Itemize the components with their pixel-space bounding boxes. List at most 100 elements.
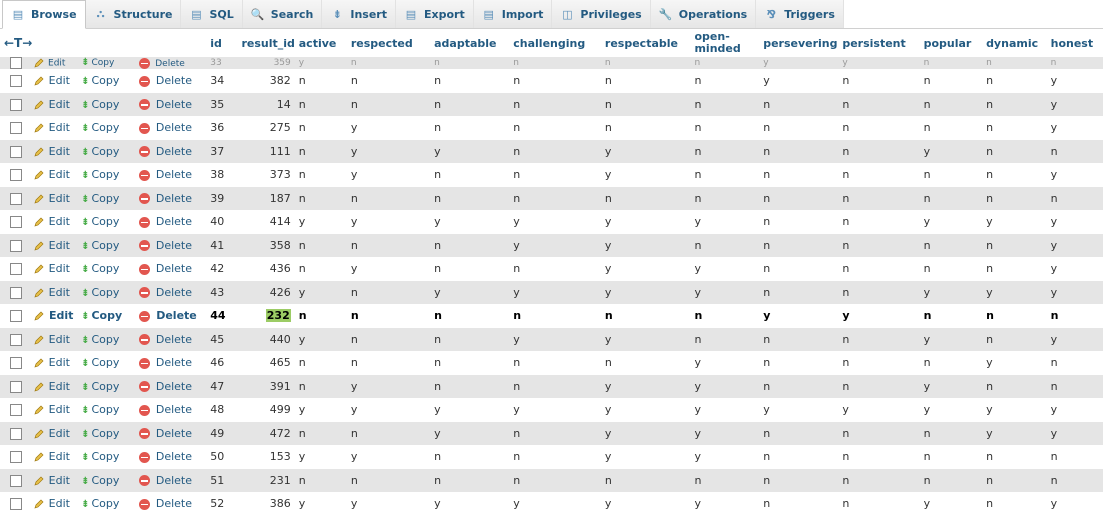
column-header-honest[interactable]: honest bbox=[1046, 29, 1103, 57]
cell-persistent[interactable]: n bbox=[838, 210, 920, 234]
delete-cell[interactable]: Delete bbox=[135, 57, 207, 69]
checkbox-cell[interactable] bbox=[0, 257, 30, 281]
copy-link[interactable]: Copy bbox=[91, 215, 119, 228]
cell-persevering[interactable]: n bbox=[759, 257, 839, 281]
checkbox-cell[interactable] bbox=[0, 69, 30, 93]
cell-respected[interactable]: n bbox=[346, 351, 431, 375]
cell-honest[interactable]: n bbox=[1046, 139, 1103, 163]
checkbox-cell[interactable] bbox=[0, 468, 30, 492]
copy-cell[interactable]: ⇟ Copy bbox=[77, 445, 136, 469]
copy-cell[interactable]: ⇟ Copy bbox=[77, 233, 136, 257]
copy-cell[interactable]: ⇟ Copy bbox=[77, 421, 136, 445]
row-checkbox[interactable] bbox=[10, 75, 22, 88]
delete-cell[interactable]: Delete bbox=[135, 398, 207, 422]
cell-persistent[interactable]: y bbox=[838, 304, 920, 328]
cell-popular[interactable]: y bbox=[919, 327, 983, 351]
arrows-icon[interactable]: ←T→ bbox=[4, 36, 32, 50]
copy-cell[interactable]: ⇟ Copy bbox=[77, 351, 136, 375]
cell-adaptable[interactable]: y bbox=[430, 280, 510, 304]
cell-open-minded[interactable]: y bbox=[690, 351, 760, 375]
row-checkbox[interactable] bbox=[10, 286, 22, 299]
cell-adaptable[interactable]: n bbox=[430, 186, 510, 210]
cell-respected[interactable]: n bbox=[346, 233, 431, 257]
cell-respected[interactable]: y bbox=[346, 445, 431, 469]
cell-challenging[interactable]: n bbox=[509, 92, 601, 116]
cell-honest[interactable]: n bbox=[1046, 351, 1103, 375]
cell-persevering[interactable]: n bbox=[759, 163, 839, 187]
cell-persevering[interactable]: n bbox=[759, 468, 839, 492]
delete-link[interactable]: Delete bbox=[156, 121, 192, 134]
checkbox-cell[interactable] bbox=[0, 116, 30, 140]
cell-respectable[interactable]: n bbox=[600, 351, 691, 375]
cell-persevering[interactable]: n bbox=[759, 492, 839, 516]
row-checkbox[interactable] bbox=[10, 57, 22, 69]
tab-browse[interactable]: ▤ Browse bbox=[2, 0, 86, 29]
cell-persistent[interactable]: n bbox=[838, 116, 920, 140]
cell-respectable[interactable]: n bbox=[600, 304, 691, 328]
edit-cell[interactable]: Edit bbox=[29, 398, 78, 422]
row-checkbox[interactable] bbox=[10, 192, 22, 205]
cell-dynamic[interactable]: n bbox=[982, 468, 1047, 492]
cell-result_id[interactable]: 499 bbox=[237, 398, 295, 422]
cell-challenging[interactable]: y bbox=[509, 210, 601, 234]
cell-result_id[interactable]: 275 bbox=[237, 116, 295, 140]
edit-link[interactable]: Edit bbox=[49, 98, 70, 111]
cell-active[interactable]: n bbox=[294, 116, 347, 140]
column-header-popular[interactable]: popular bbox=[919, 29, 983, 57]
cell-respectable[interactable]: y bbox=[600, 210, 691, 234]
copy-cell[interactable]: ⇟ Copy bbox=[77, 92, 136, 116]
cell-persistent[interactable]: n bbox=[838, 186, 920, 210]
cell-popular[interactable]: n bbox=[919, 351, 983, 375]
cell-id[interactable]: 50 bbox=[206, 445, 238, 469]
cell-respected[interactable]: n bbox=[346, 57, 431, 69]
cell-respectable[interactable]: y bbox=[600, 257, 691, 281]
cell-active[interactable]: n bbox=[294, 468, 347, 492]
cell-result_id[interactable]: 232 bbox=[237, 304, 295, 328]
cell-dynamic[interactable]: y bbox=[982, 398, 1047, 422]
copy-link[interactable]: Copy bbox=[91, 427, 119, 440]
cell-respectable[interactable]: n bbox=[600, 69, 691, 93]
copy-link[interactable]: Copy bbox=[91, 403, 119, 416]
cell-active[interactable]: n bbox=[294, 304, 347, 328]
cell-persistent[interactable]: n bbox=[838, 139, 920, 163]
edit-cell[interactable]: Edit bbox=[29, 374, 78, 398]
cell-persevering[interactable]: y bbox=[759, 304, 839, 328]
delete-cell[interactable]: Delete bbox=[135, 186, 207, 210]
delete-link[interactable]: Delete bbox=[156, 98, 192, 111]
cell-challenging[interactable]: y bbox=[509, 327, 601, 351]
cell-persistent[interactable]: n bbox=[838, 468, 920, 492]
cell-challenging[interactable]: n bbox=[509, 163, 601, 187]
edit-link[interactable]: Edit bbox=[49, 286, 70, 299]
cell-challenging[interactable]: y bbox=[509, 280, 601, 304]
cell-open-minded[interactable]: y bbox=[690, 210, 760, 234]
cell-id[interactable]: 49 bbox=[206, 421, 238, 445]
cell-respectable[interactable]: y bbox=[600, 492, 691, 516]
column-header-result_id[interactable]: result_id bbox=[237, 29, 295, 57]
delete-cell[interactable]: Delete bbox=[135, 445, 207, 469]
cell-honest[interactable]: y bbox=[1046, 421, 1103, 445]
cell-persevering[interactable]: n bbox=[759, 92, 839, 116]
cell-result_id[interactable]: 382 bbox=[237, 69, 295, 93]
cell-respectable[interactable]: y bbox=[600, 163, 691, 187]
cell-id[interactable]: 38 bbox=[206, 163, 238, 187]
delete-cell[interactable]: Delete bbox=[135, 351, 207, 375]
cell-respected[interactable]: y bbox=[346, 139, 431, 163]
row-checkbox[interactable] bbox=[10, 498, 22, 511]
tab-triggers[interactable]: ⅋ Triggers bbox=[756, 0, 844, 28]
cell-result_id[interactable]: 426 bbox=[237, 280, 295, 304]
cell-result_id[interactable]: 391 bbox=[237, 374, 295, 398]
cell-respected[interactable]: n bbox=[346, 186, 431, 210]
cell-dynamic[interactable]: n bbox=[982, 374, 1047, 398]
checkbox-cell[interactable] bbox=[0, 233, 30, 257]
delete-cell[interactable]: Delete bbox=[135, 233, 207, 257]
cell-active[interactable]: n bbox=[294, 257, 347, 281]
cell-dynamic[interactable]: n bbox=[982, 92, 1047, 116]
cell-open-minded[interactable]: y bbox=[690, 492, 760, 516]
cell-adaptable[interactable]: n bbox=[430, 327, 510, 351]
edit-link[interactable]: Edit bbox=[49, 192, 70, 205]
cell-persevering[interactable]: n bbox=[759, 445, 839, 469]
delete-link[interactable]: Delete bbox=[156, 427, 192, 440]
cell-honest[interactable]: n bbox=[1046, 374, 1103, 398]
delete-cell[interactable]: Delete bbox=[135, 421, 207, 445]
cell-popular[interactable]: y bbox=[919, 374, 983, 398]
